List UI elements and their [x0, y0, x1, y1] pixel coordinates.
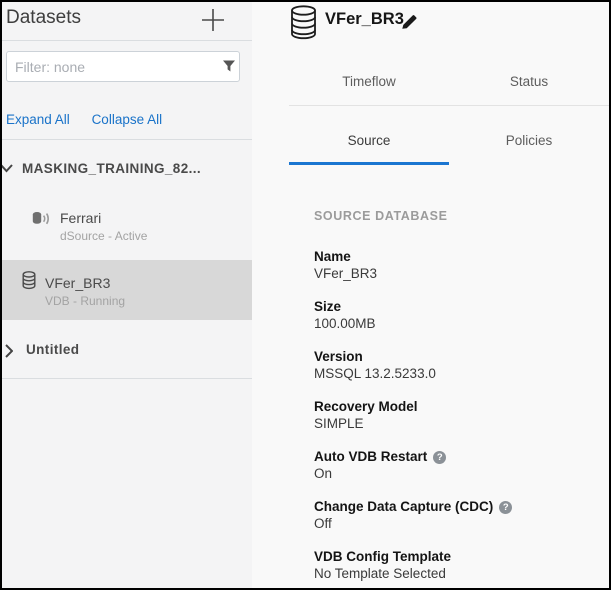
field-vdb-config-template: VDB Config Template No Template Selected [314, 548, 599, 582]
section-title: SOURCE DATABASE [314, 209, 599, 223]
datasets-panel: Datasets Expand All Collapse All [2, 2, 252, 588]
database-icon [290, 5, 317, 40]
field-recovery-model: Recovery Model SIMPLE [314, 398, 599, 432]
field-size: Size 100.00MB [314, 298, 599, 332]
add-dataset-button[interactable] [200, 7, 226, 33]
group-label: MASKING_TRAINING_82... [22, 161, 201, 176]
tree-actions: Expand All Collapse All [6, 112, 180, 127]
tab-policies[interactable]: Policies [449, 106, 609, 165]
divider [2, 40, 252, 41]
dataset-status: VDB - Running [45, 293, 125, 310]
field-name: Name VFer_BR3 [314, 248, 599, 282]
field-label: VDB Config Template [314, 548, 599, 565]
source-tab-content: SOURCE DATABASE Name VFer_BR3 Size 100.0… [314, 209, 599, 590]
divider [2, 378, 252, 379]
field-label-text: Change Data Capture (CDC) [314, 499, 493, 514]
tab-row-top: Timeflow Status [289, 62, 609, 106]
app-window: Datasets Expand All Collapse All [0, 0, 611, 590]
divider [2, 139, 252, 140]
plus-icon [200, 7, 226, 33]
database-icon [22, 271, 36, 290]
dataset-item-text: Ferrari dSource - Active [60, 209, 147, 245]
dataset-item-text: VFer_BR3 VDB - Running [45, 274, 125, 310]
field-label: Name [314, 248, 599, 265]
group-label: Untitled [26, 342, 79, 357]
field-label: Version [314, 348, 599, 365]
tab-source[interactable]: Source [289, 106, 449, 165]
field-label-text: Auto VDB Restart [314, 449, 427, 464]
field-value: No Template Selected [314, 565, 599, 582]
funnel-icon[interactable] [222, 59, 236, 73]
field-label: Auto VDB Restart? [314, 448, 599, 465]
question-circle-icon[interactable]: ? [499, 501, 512, 514]
field-label: Size [314, 298, 599, 315]
collapse-all-link[interactable]: Collapse All [92, 112, 163, 127]
field-label: Change Data Capture (CDC)? [314, 498, 599, 515]
datasets-title: Datasets [6, 7, 81, 29]
detail-panel: VFer_BR3 Timeflow Status Source Policies… [252, 2, 609, 588]
expand-all-link[interactable]: Expand All [6, 112, 70, 127]
chevron-right-icon [4, 344, 13, 358]
dataset-group-masking-training[interactable]: MASKING_TRAINING_82... [2, 157, 252, 187]
field-value: On [314, 465, 599, 482]
dataset-status: dSource - Active [60, 228, 147, 245]
dataset-item-ferrari[interactable]: Ferrari dSource - Active [2, 202, 252, 252]
field-value: VFer_BR3 [314, 265, 599, 282]
detail-header: VFer_BR3 [252, 2, 609, 58]
filter-input[interactable] [6, 51, 240, 82]
dataset-group-untitled[interactable]: Untitled [2, 338, 252, 368]
tab-status[interactable]: Status [449, 62, 609, 105]
dataset-item-vfer-br3[interactable]: VFer_BR3 VDB - Running [2, 260, 252, 320]
field-value: 100.00MB [314, 315, 599, 332]
field-value: SIMPLE [314, 415, 599, 432]
field-change-data-capture: Change Data Capture (CDC)? Off [314, 498, 599, 532]
chevron-down-icon [0, 162, 13, 174]
dataset-name: VFer_BR3 [45, 274, 125, 293]
pencil-icon[interactable] [400, 12, 419, 31]
field-version: Version MSSQL 13.2.5233.0 [314, 348, 599, 382]
detail-title: VFer_BR3 [325, 10, 404, 29]
field-auto-vdb-restart: Auto VDB Restart? On [314, 448, 599, 482]
tab-row-bottom: Source Policies [289, 106, 609, 165]
tab-timeflow[interactable]: Timeflow [289, 62, 449, 105]
dsource-broadcast-db-icon [32, 211, 51, 227]
field-label: Recovery Model [314, 398, 599, 415]
question-circle-icon[interactable]: ? [433, 451, 446, 464]
field-value: MSSQL 13.2.5233.0 [314, 365, 599, 382]
dataset-name: Ferrari [60, 209, 147, 228]
field-value: Off [314, 515, 599, 532]
